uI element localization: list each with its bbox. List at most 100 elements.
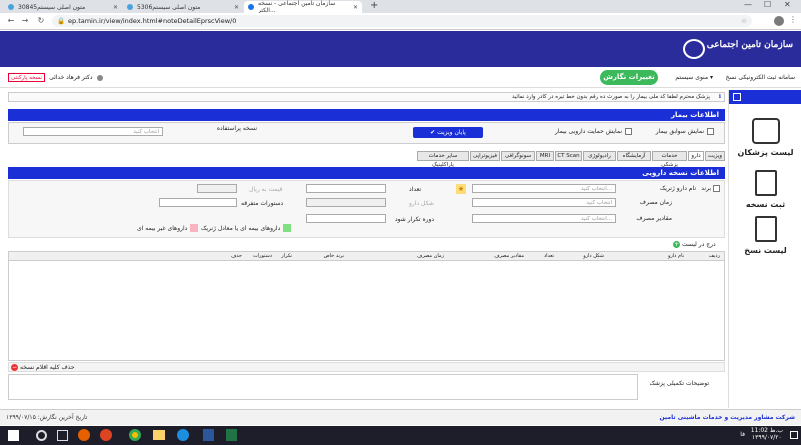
tab-5[interactable]: CT Scan [555, 151, 582, 161]
forward-icon[interactable]: → [20, 16, 30, 26]
delete-all-button[interactable]: − حذف کلیه اقلام نسخه [11, 364, 75, 371]
table-header-4[interactable]: مقادیر مصرف [494, 253, 524, 259]
draft-badge[interactable]: نسخه پارکنتی [8, 73, 46, 82]
count-input[interactable] [306, 184, 386, 193]
notes-label: توضیحات تکمیلی پزشک [649, 380, 709, 387]
word-icon[interactable] [203, 429, 214, 441]
firefox-icon[interactable] [78, 429, 90, 441]
minimize-icon[interactable]: — [744, 0, 752, 9]
sidebar-item-prescription-list[interactable]: لیست نسخ [729, 216, 801, 255]
delete-icon: − [11, 364, 18, 371]
drug-table: ردیف نام دارو شکل دارو تعداد مقادیر مصرف زمان… [8, 251, 725, 361]
browser-menu-icon[interactable]: ⋮ [789, 15, 797, 24]
add-to-list-button[interactable]: + درج در لیست [673, 241, 716, 248]
sidebar-toggle-icon[interactable] [733, 93, 741, 101]
close-tab-icon[interactable]: ✕ [353, 4, 358, 11]
table-header-6[interactable]: برند خاص [324, 253, 344, 259]
instructions-input[interactable] [159, 198, 237, 207]
count-label: تعداد [409, 186, 422, 193]
app-header: سازمان تامین اجتماعی [0, 31, 801, 67]
browser-tab-active[interactable]: سازمان تامین اجتماعی - نسخه الکتر... ✕ [244, 0, 362, 14]
language-indicator[interactable]: فا [740, 431, 745, 438]
browser-tab-1[interactable]: متون اصلی سیستم30845 ✕ [4, 1, 122, 13]
table-header-2[interactable]: شکل دارو [583, 253, 604, 259]
generic-name-label: نام دارو ژنریک [659, 185, 696, 192]
prescription-icon [754, 170, 777, 196]
notice-bar: پزشک محترم لطفا کد ملی بیمار را به صورت … [8, 92, 725, 102]
repeat-input[interactable] [306, 214, 386, 223]
tab-4[interactable]: رادیولوژی [583, 151, 616, 161]
instructions-label: دستورات متفرقه [241, 200, 284, 207]
star-icon[interactable]: ☆ [741, 15, 747, 27]
table-header-1[interactable]: نام دارو [668, 253, 684, 259]
prescription-use-select[interactable]: انتخاب کنید [23, 127, 163, 136]
address-bar-row: ← → ↻ 🔒 ep.tamin.ir/view/index.html#note… [0, 13, 801, 30]
main-panel: پزشک محترم لطفا کد ملی بیمار را به صورت … [8, 92, 725, 408]
tab-1[interactable]: دارو [688, 151, 704, 161]
table-header-9[interactable]: حذف [231, 253, 242, 259]
user-area: نسخه پارکنتی دکتر فرهاد خدائی [8, 73, 103, 82]
tab-9[interactable]: سایر خدمات پاراکلینیک [417, 151, 469, 168]
back-icon[interactable]: ← [6, 16, 16, 26]
table-header-8[interactable]: دستورات [253, 253, 272, 259]
system-menu[interactable]: منوی سیستم ▾ [675, 74, 713, 81]
search-icon[interactable] [36, 430, 47, 441]
close-tab-icon[interactable]: ✕ [113, 4, 118, 11]
close-window-icon[interactable]: ✕ [784, 0, 791, 9]
favicon-icon [248, 4, 254, 10]
sidebar-item-doctors[interactable]: لیست پزشکان [729, 118, 801, 157]
table-header-3[interactable]: تعداد [544, 253, 554, 259]
chrome-icon[interactable] [129, 429, 141, 441]
profile-avatar[interactable] [774, 16, 784, 26]
favicon-icon [8, 4, 14, 10]
change-log-button[interactable]: تغییرات نگارش [600, 70, 658, 85]
history-checkbox-row[interactable]: نمایش سوابق بیمار [656, 128, 714, 135]
tab-7[interactable]: سونوگرافی [501, 151, 535, 161]
tab-6[interactable]: MRI [536, 151, 554, 161]
insurance-checkbox-row[interactable]: نمایش حمایت دارویی بیمار [555, 128, 632, 135]
end-visit-button[interactable]: ✔ پایان ویزیت [413, 127, 483, 138]
browser-tab-bar: متون اصلی سیستم30845 ✕ متون اصلی سیستم53… [0, 0, 801, 14]
logo-text: سازمان تامین اجتماعی [706, 40, 793, 50]
notification-icon[interactable] [790, 431, 798, 439]
close-tab-icon[interactable]: ✕ [234, 4, 239, 11]
brand-checkbox-row[interactable]: برند [701, 185, 720, 192]
footer-last-update: تاریخ آخرین نگارش: ۱۳۹۹/۰۷/۱۵ [6, 414, 88, 421]
generic-name-select[interactable]: انتخاب کنید... [472, 184, 616, 193]
start-icon[interactable] [8, 430, 19, 441]
url-field[interactable]: 🔒 ep.tamin.ir/view/index.html#noteDetail… [52, 15, 752, 27]
browser-tab-2[interactable]: متون اصلی سیستم5306 ✕ [123, 1, 243, 13]
edge-icon[interactable] [177, 429, 189, 441]
table-header-7[interactable]: تکرار [281, 253, 292, 259]
notes-textarea[interactable] [8, 374, 638, 400]
clock[interactable]: 11:02 ب.ظ ۱۳۹۹/۰۷/۲۰ [751, 427, 783, 441]
excel-icon[interactable] [226, 429, 237, 441]
reload-icon[interactable]: ↻ [36, 16, 46, 26]
amount-select[interactable]: انتخاب کنید... [472, 214, 616, 223]
tab-8[interactable]: فیزیوتراپی [470, 151, 500, 161]
tab-0[interactable]: ویزیت [705, 151, 725, 161]
insurance-checkbox[interactable] [625, 128, 632, 135]
favicon-icon [127, 4, 133, 10]
drug-form-label: شکل دارو [409, 200, 434, 207]
footer-company: شرکت مشاور مدیریت و خدمات ماشینی تامین [659, 414, 795, 421]
tab-2[interactable]: خدمات پزشکی [652, 151, 687, 168]
tab-3[interactable]: آزمایشگاه [617, 151, 651, 161]
sidebar: لیست پزشکان ثبت نسخه لیست نسخ [728, 90, 801, 408]
task-view-icon[interactable] [57, 430, 68, 441]
opera-icon[interactable] [100, 429, 112, 441]
table-header-0[interactable]: ردیف [709, 253, 720, 259]
favorite-star-icon[interactable]: ★ [456, 184, 466, 194]
insurance-drug-legend: داروهای بیمه ای یا معادل ژنریک [201, 224, 292, 232]
user-name: دکتر فرهاد خدائی [49, 74, 93, 81]
history-checkbox[interactable] [707, 128, 714, 135]
table-header-row: ردیف نام دارو شکل دارو تعداد مقادیر مصرف زمان… [9, 252, 724, 261]
brand-checkbox[interactable] [713, 185, 720, 192]
sidebar-item-new-prescription[interactable]: ثبت نسخه [729, 170, 801, 209]
maximize-icon[interactable]: ☐ [764, 0, 771, 9]
new-tab-icon[interactable]: + [370, 0, 378, 11]
usage-time-select[interactable]: انتخاب کنید [472, 198, 616, 207]
table-header-5[interactable]: زمان مصرف [417, 253, 444, 259]
file-explorer-icon[interactable] [153, 430, 165, 440]
patient-section-title: اطلاعات بیمار [8, 109, 725, 121]
